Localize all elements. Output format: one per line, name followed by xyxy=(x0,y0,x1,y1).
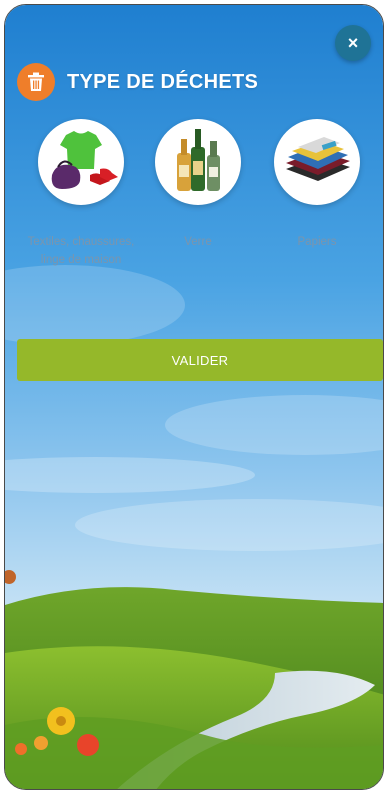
app-screen: × TYPE DE DÉCHETS Textiles, chaussures, … xyxy=(4,4,384,790)
clothes-icon xyxy=(38,119,124,205)
category-label: Papiers xyxy=(297,236,337,248)
close-icon: × xyxy=(347,32,359,53)
validate-button[interactable]: VALIDER xyxy=(17,339,383,381)
page-header: TYPE DE DÉCHETS xyxy=(17,63,258,101)
page-title: TYPE DE DÉCHETS xyxy=(67,70,259,93)
bottles-icon xyxy=(155,119,241,205)
category-label: Textiles, chaussures, linge de maison xyxy=(27,236,135,266)
category-verre[interactable]: Verre xyxy=(138,119,258,251)
papers-icon xyxy=(274,119,360,205)
trash-icon xyxy=(17,63,55,101)
close-button[interactable]: × xyxy=(335,25,371,61)
category-papiers[interactable]: Papiers xyxy=(257,119,377,251)
category-label: Verre xyxy=(184,236,212,248)
category-textiles[interactable]: Textiles, chaussures, linge de maison xyxy=(21,119,141,269)
